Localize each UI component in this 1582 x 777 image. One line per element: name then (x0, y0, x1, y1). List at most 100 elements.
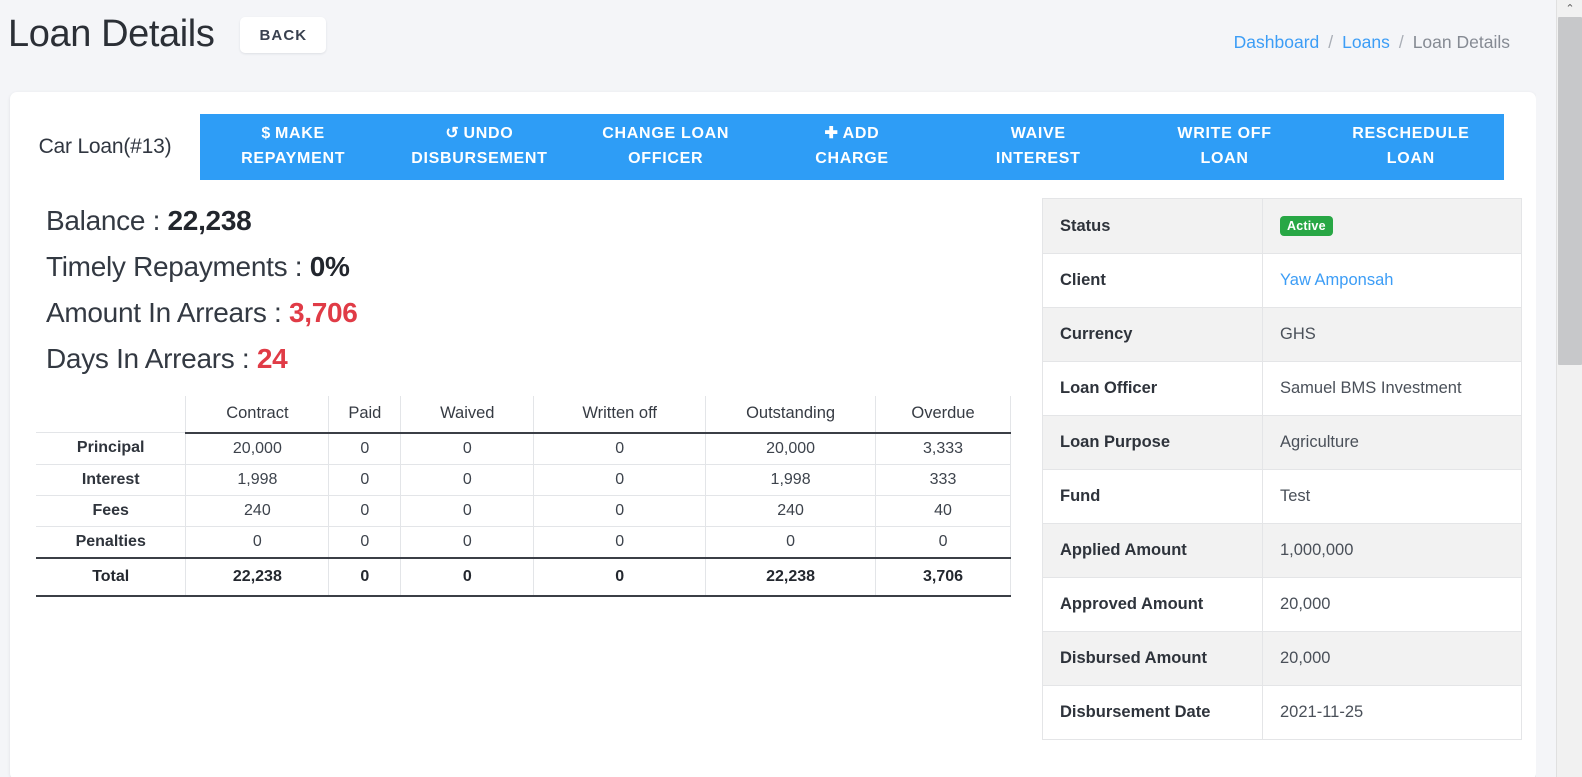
amounts-cell: 20,000 (705, 432, 877, 465)
action-label-line2: REPAYMENT (241, 150, 346, 167)
detail-value: 1,000,000 (1262, 523, 1522, 579)
action-label-line1: RESCHEDULE (1352, 125, 1470, 143)
amounts-header-row: Contract Paid Waived Written off Outstan… (36, 395, 1011, 434)
undo-disbursement-button[interactable]: ↺ UNDO DISBURSEMENT (386, 114, 572, 180)
make-repayment-button[interactable]: $ MAKE REPAYMENT (200, 114, 386, 180)
scrollbar-thumb[interactable] (1558, 17, 1582, 365)
amounts-cell: 0 (533, 556, 707, 597)
page-header: Loan Details BACK Dashboard / Loans / Lo… (0, 0, 1556, 92)
amounts-cell: 0 (400, 556, 535, 597)
action-label-line2: OFFICER (628, 150, 704, 167)
change-loan-officer-button[interactable]: CHANGE LOAN OFFICER (573, 114, 759, 180)
breadcrumb-separator: / (1328, 32, 1334, 52)
breadcrumb-item-current: Loan Details (1412, 32, 1510, 52)
detail-value: 20,000 (1262, 577, 1522, 633)
summary-amount-in-arrears: Amount In Arrears : 3,706 (46, 290, 1034, 336)
left-column: Balance : 22,238 Timely Repayments : 0% … (34, 198, 1034, 740)
detail-value: Test (1262, 469, 1522, 525)
table-row: Principal 20,000 0 0 0 20,000 3,333 (36, 432, 1011, 465)
scroll-up-arrow-icon[interactable]: ⌃ (1557, 0, 1582, 16)
summary-label: Days In Arrears : (46, 342, 250, 374)
detail-row-approved-amount: Approved Amount 20,000 (1042, 577, 1522, 633)
amounts-row-label: Penalties (36, 525, 187, 559)
detail-key: Approved Amount (1042, 577, 1263, 633)
summary-value: 22,238 (167, 205, 252, 236)
amounts-col-waived: Waived (400, 395, 535, 434)
detail-key: Currency (1042, 307, 1263, 363)
plus-icon: ✚ (824, 125, 839, 143)
back-button[interactable]: BACK (240, 16, 327, 53)
amounts-cell: 0 (400, 432, 535, 465)
loan-details-table: Status Active Client Yaw Amponsah Curren… (1042, 197, 1522, 741)
action-label-line2: LOAN (1386, 150, 1435, 167)
breadcrumb-item-loans[interactable]: Loans (1342, 32, 1390, 53)
amounts-row-label: Total (36, 556, 187, 597)
amounts-cell: 0 (185, 525, 330, 559)
summary-timely-repayments: Timely Repayments : 0% (46, 244, 1034, 290)
client-link[interactable]: Yaw Amponsah (1280, 271, 1393, 289)
loan-summary: Balance : 22,238 Timely Repayments : 0% … (46, 198, 1034, 382)
page-right-gutter (1536, 0, 1556, 777)
detail-key: Disbursement Date (1042, 685, 1263, 741)
right-column: Status Active Client Yaw Amponsah Curren… (1042, 197, 1522, 741)
amounts-table-head: Contract Paid Waived Written off Outstan… (36, 395, 1011, 434)
loan-details-card: Car Loan(#13) $ MAKE REPAYMENT ↺ UNDO DISB… (10, 92, 1536, 777)
summary-days-in-arrears: Days In Arrears : 24 (46, 336, 1034, 382)
table-row: Interest 1,998 0 0 0 1,998 333 (36, 463, 1011, 496)
amounts-cell: 0 (400, 494, 535, 527)
detail-value: 20,000 (1262, 631, 1522, 687)
detail-key: Loan Officer (1042, 361, 1263, 417)
detail-value: Active (1262, 197, 1522, 255)
amounts-cell: 0 (400, 525, 535, 559)
amounts-corner-cell (36, 396, 186, 433)
detail-value: Yaw Amponsah (1262, 253, 1522, 309)
action-label-line2: CHARGE (815, 150, 889, 167)
detail-row-client: Client Yaw Amponsah (1042, 253, 1522, 309)
amounts-cell: 0 (705, 525, 877, 559)
breadcrumb-separator: / (1398, 32, 1404, 52)
status-badge: Active (1280, 216, 1333, 237)
detail-row-disbursement-date: Disbursement Date 2021-11-25 (1042, 685, 1522, 741)
detail-row-loan-purpose: Loan Purpose Agriculture (1042, 415, 1522, 471)
amounts-cell: 0 (533, 525, 707, 559)
detail-row-applied-amount: Applied Amount 1,000,000 (1042, 523, 1522, 579)
action-label-line1: ADD (842, 125, 880, 143)
action-label-line1: MAKE (274, 125, 325, 143)
amounts-cell: 0 (875, 525, 1011, 559)
page-title: Loan Details (8, 13, 215, 55)
amounts-cell: 333 (875, 463, 1011, 496)
undo-icon: ↺ (445, 125, 460, 143)
action-label-line2: INTEREST (995, 150, 1081, 167)
summary-value: 0% (309, 250, 350, 282)
amounts-col-outstanding: Outstanding (705, 395, 877, 434)
amounts-cell: 0 (328, 463, 402, 496)
waive-interest-button[interactable]: WAIVE INTEREST (945, 114, 1131, 180)
detail-value: 2021-11-25 (1262, 685, 1522, 741)
add-charge-button[interactable]: ✚ ADD CHARGE (759, 114, 945, 180)
action-label-line1: WAIVE (1010, 125, 1066, 143)
summary-label: Timely Repayments : (46, 250, 303, 282)
write-off-loan-button[interactable]: WRITE OFF LOAN (1131, 114, 1317, 180)
amounts-cell: 240 (705, 494, 877, 527)
amounts-col-overdue: Overdue (875, 395, 1011, 434)
amounts-total-row: Total 22,238 0 0 0 22,238 3,706 (36, 556, 1011, 597)
summary-value: 24 (256, 342, 288, 374)
summary-value: 3,706 (289, 296, 358, 328)
amounts-row-label: Fees (36, 494, 187, 527)
detail-row-loan-officer: Loan Officer Samuel BMS Investment (1042, 361, 1522, 417)
breadcrumb-item-dashboard[interactable]: Dashboard (1234, 32, 1320, 53)
amounts-cell: 20,000 (185, 432, 330, 465)
detail-row-disbursed-amount: Disbursed Amount 20,000 (1042, 631, 1522, 687)
loan-details-table-body: Status Active Client Yaw Amponsah Curren… (1042, 197, 1522, 741)
amounts-cell: 22,238 (705, 556, 877, 597)
reschedule-loan-button[interactable]: RESCHEDULE LOAN (1318, 114, 1504, 180)
detail-key: Applied Amount (1042, 523, 1263, 579)
amounts-cell: 0 (533, 432, 707, 465)
vertical-scrollbar[interactable]: ⌃ (1556, 0, 1582, 777)
detail-row-status: Status Active (1042, 197, 1522, 255)
amounts-cell: 0 (328, 432, 402, 465)
detail-key: Fund (1042, 469, 1263, 525)
amounts-row-label: Interest (36, 463, 187, 496)
amounts-col-contract: Contract (185, 395, 330, 434)
app-root: Loan Details BACK Dashboard / Loans / Lo… (0, 0, 1582, 777)
